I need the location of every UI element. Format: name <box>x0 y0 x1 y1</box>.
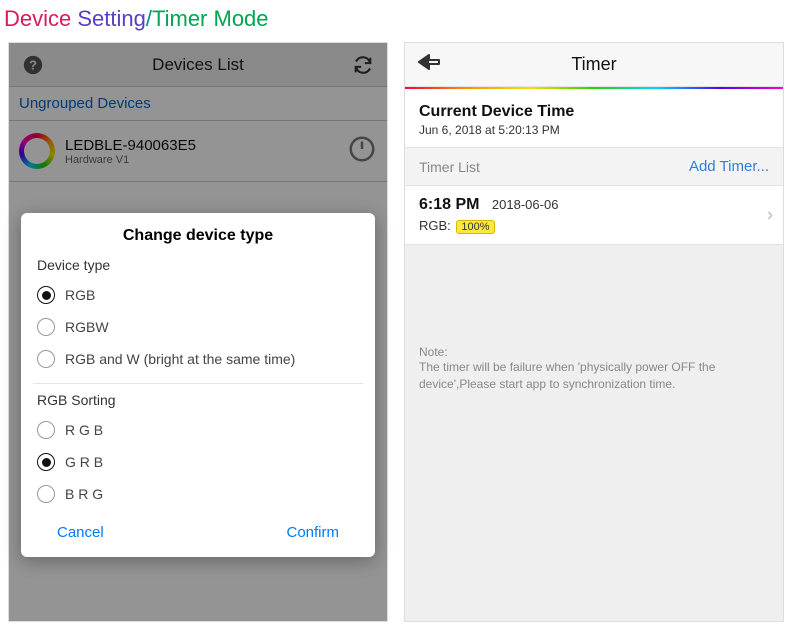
heading-part-4: Timer Mode <box>152 6 269 31</box>
timer-list-header: Timer List Add Timer... <box>405 147 783 186</box>
timer-item[interactable]: 6:18 PM 2018-06-06 RGB: 100% › <box>405 186 783 245</box>
timer-time: 6:18 PM <box>419 196 479 214</box>
radio-rgb[interactable]: RGB <box>37 279 359 311</box>
chevron-right-icon: › <box>767 205 773 226</box>
radio-rgb-and-w[interactable]: RGB and W (bright at the same time) <box>37 343 359 375</box>
nav-bar: Timer <box>405 43 783 87</box>
timer-date: 2018-06-06 <box>492 197 559 212</box>
current-device-time-title: Current Device Time <box>419 103 769 121</box>
radio-rgbw[interactable]: RGBW <box>37 311 359 343</box>
radio-label: B R G <box>65 486 103 502</box>
nav-title: Timer <box>443 54 745 75</box>
timer-list-label: Timer List <box>419 159 480 175</box>
radio-icon <box>37 421 55 439</box>
radio-sort-brg[interactable]: B R G <box>37 478 359 510</box>
heading-part-1: Device <box>4 6 77 31</box>
current-device-time-value: Jun 6, 2018 at 5:20:13 PM <box>419 123 769 137</box>
group-rgb-sorting-label: RGB Sorting <box>37 392 359 408</box>
radio-icon <box>37 286 55 304</box>
note-area: Note: The timer will be failure when 'ph… <box>405 245 783 621</box>
screen-timer: Timer Current Device Time Jun 6, 2018 at… <box>404 42 784 622</box>
note-body: The timer will be failure when 'physical… <box>419 359 769 393</box>
radio-icon <box>37 318 55 336</box>
modal-title: Change device type <box>37 227 359 245</box>
screen-device-setting: ? Devices List Ungrouped Devices LEDBLE-… <box>8 42 388 622</box>
note-heading: Note: <box>419 345 769 359</box>
page-heading: Device Setting/Timer Mode <box>0 0 800 42</box>
radio-label: RGB and W (bright at the same time) <box>65 351 295 367</box>
radio-label: RGBW <box>65 319 109 335</box>
back-arrow-icon[interactable] <box>417 53 443 76</box>
add-timer-button[interactable]: Add Timer... <box>689 158 769 175</box>
radio-icon <box>37 485 55 503</box>
radio-sort-rgb[interactable]: R G B <box>37 414 359 446</box>
change-device-type-modal: Change device type Device type RGB RGBW … <box>21 213 375 557</box>
timer-rgb-label: RGB: <box>419 218 454 233</box>
cancel-button[interactable]: Cancel <box>57 524 104 541</box>
radio-label: RGB <box>65 287 95 303</box>
divider <box>33 383 363 384</box>
percent-badge: 100% <box>456 220 494 234</box>
radio-label: R G B <box>65 422 103 438</box>
radio-label: G R B <box>65 454 103 470</box>
current-device-time-block: Current Device Time Jun 6, 2018 at 5:20:… <box>405 89 783 147</box>
group-device-type-label: Device type <box>37 257 359 273</box>
radio-sort-grb[interactable]: G R B <box>37 446 359 478</box>
radio-icon <box>37 350 55 368</box>
confirm-button[interactable]: Confirm <box>286 524 339 541</box>
radio-icon <box>37 453 55 471</box>
timer-rgb-row: RGB: 100% <box>419 218 769 234</box>
heading-part-2: Setting <box>77 6 146 31</box>
